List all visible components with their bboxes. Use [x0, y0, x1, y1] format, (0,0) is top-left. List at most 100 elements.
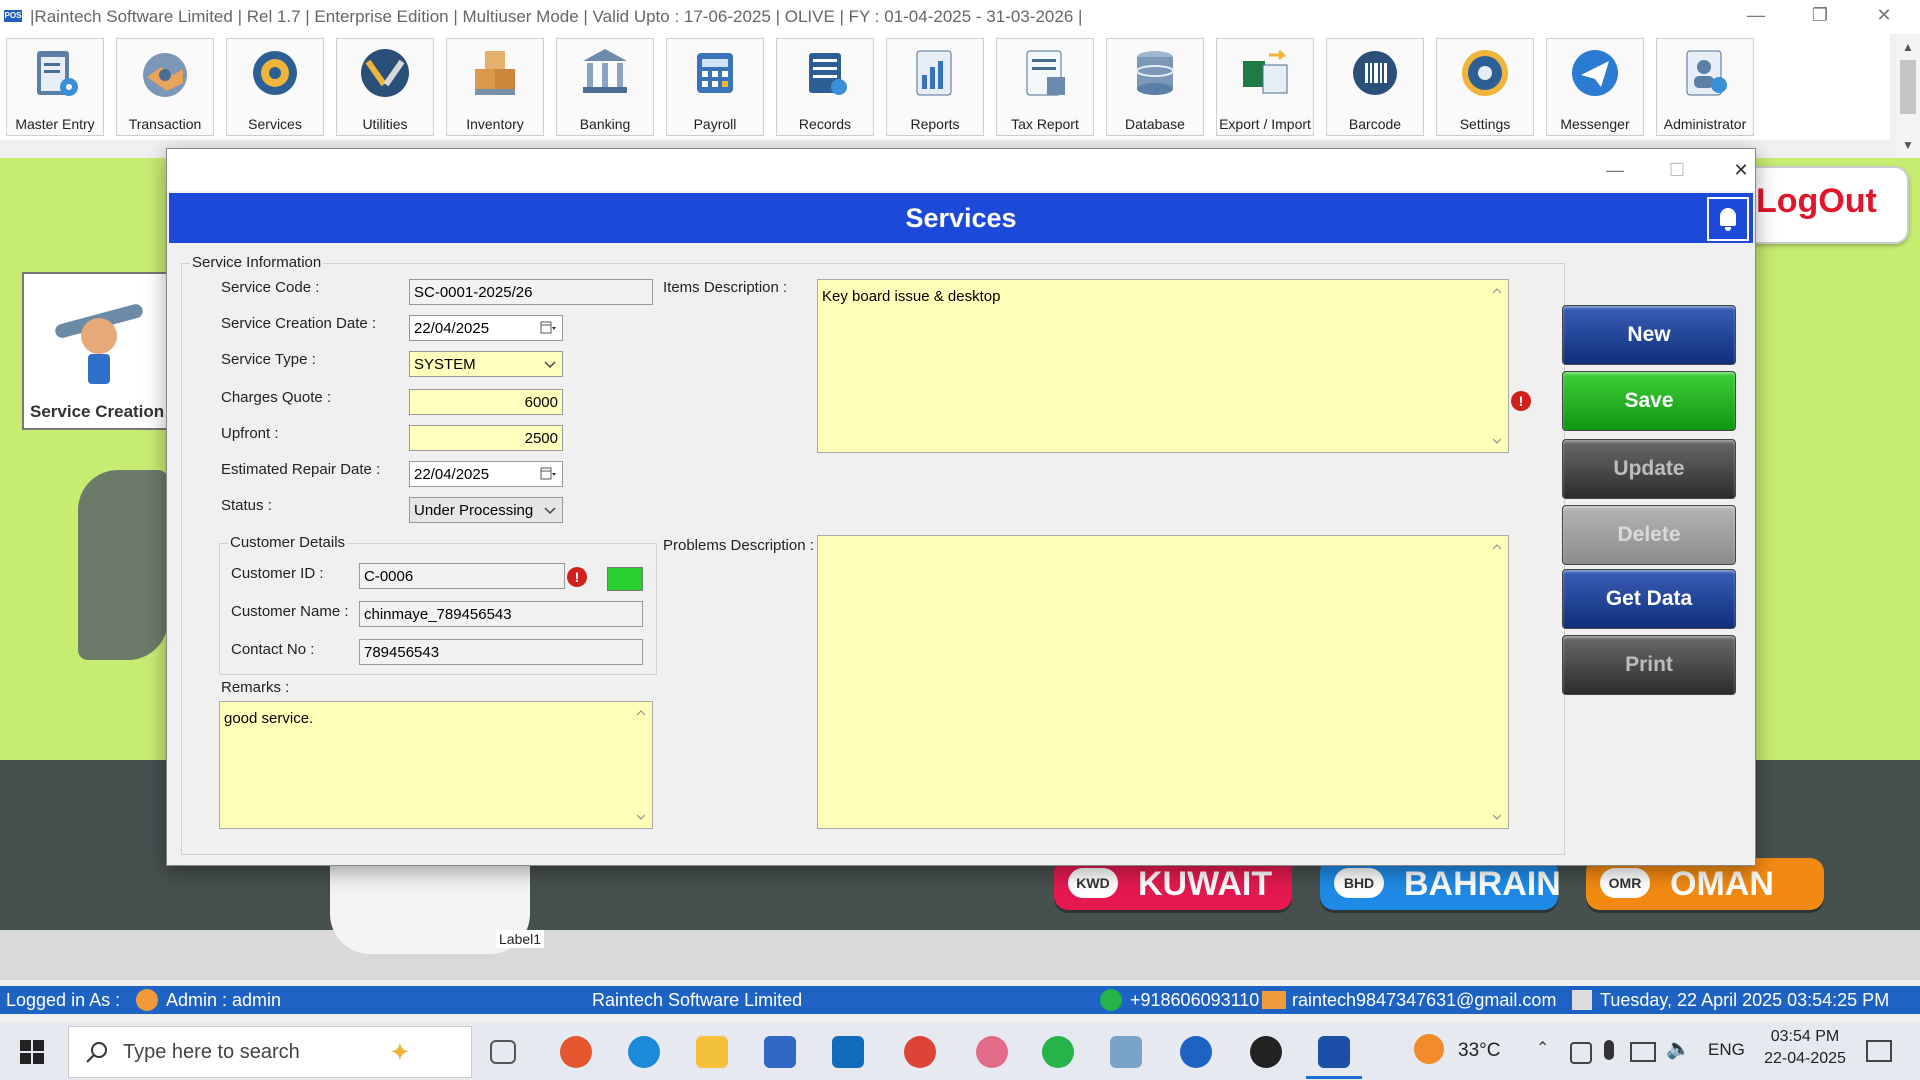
microphone-icon[interactable] — [1604, 1040, 1614, 1060]
upfront-field[interactable]: 2500 — [409, 425, 563, 451]
toolbar-database[interactable]: Database — [1106, 38, 1204, 136]
toolbar-settings[interactable]: Settings — [1436, 38, 1534, 136]
toolbar-label: Records — [798, 116, 852, 132]
print-button[interactable]: Print — [1562, 635, 1736, 695]
logout-button[interactable]: LogOut — [1740, 166, 1909, 244]
new-button[interactable]: New — [1562, 305, 1736, 365]
minimize-icon[interactable]: — — [1736, 0, 1776, 30]
scroll-up-icon[interactable] — [1492, 542, 1502, 552]
dialog-close-icon[interactable]: ✕ — [1721, 155, 1761, 185]
customer-name-field[interactable]: chinmaye_789456543 — [359, 601, 643, 627]
remarks-textarea[interactable]: good service. — [219, 701, 653, 829]
toolbar-label: Banking — [579, 116, 631, 132]
app-title: |Raintech Software Limited | Rel 1.7 | E… — [30, 7, 1083, 26]
items-description-scrollbar[interactable] — [1488, 280, 1508, 452]
toolbar-barcode[interactable]: Barcode — [1326, 38, 1424, 136]
remarks-scrollbar[interactable] — [632, 702, 652, 828]
toolbar-records[interactable]: Records — [776, 38, 874, 136]
scroll-thumb[interactable] — [1900, 60, 1916, 114]
problems-description-textarea[interactable] — [817, 535, 1509, 829]
raintech-app-icon[interactable] — [1318, 1036, 1350, 1068]
messenger-taskbar-icon[interactable] — [1180, 1036, 1212, 1068]
barcode-scanner-icon — [1353, 51, 1397, 95]
service-creation-label: Service Creation — [30, 402, 165, 421]
customer-id-error-icon: ! — [567, 567, 587, 587]
contact-no-field[interactable]: 789456543 — [359, 639, 643, 665]
items-description-textarea[interactable]: Key board issue & desktop — [817, 279, 1509, 453]
toolbar-payroll[interactable]: Payroll — [666, 38, 764, 136]
upfront-label: Upfront : — [221, 425, 279, 442]
update-button[interactable]: Update — [1562, 439, 1736, 499]
services-dialog: — ☐ ✕ Services Service Information Servi… — [166, 148, 1756, 866]
service-creation-tile[interactable]: Service Creation — [22, 272, 176, 430]
store-icon[interactable] — [764, 1036, 796, 1068]
scroll-down-icon[interactable] — [636, 812, 646, 822]
chevron-up-icon[interactable]: ⌃ — [1536, 1038, 1549, 1058]
scroll-down-icon[interactable]: ▼ — [1902, 138, 1914, 152]
close-icon[interactable]: ✕ — [1864, 0, 1904, 30]
scroll-up-icon[interactable]: ▲ — [1902, 40, 1914, 54]
toolbar-banking[interactable]: Banking — [556, 38, 654, 136]
toolbar-tax-report[interactable]: Tax Report — [996, 38, 1094, 136]
chevron-down-icon — [544, 507, 556, 515]
service-type-label: Service Type : — [221, 351, 316, 368]
bell-icon[interactable] — [1707, 197, 1749, 241]
toolbar-administrator[interactable]: Administrator — [1656, 38, 1754, 136]
edge-icon[interactable] — [628, 1036, 660, 1068]
notifications-icon[interactable] — [1866, 1040, 1892, 1062]
toolbar-services[interactable]: Services — [226, 38, 324, 136]
save-button[interactable]: Save — [1562, 371, 1736, 431]
toolbar-master-entry[interactable]: Master Entry — [6, 38, 104, 136]
copilot-icon[interactable] — [560, 1036, 592, 1068]
dialog-minimize-icon[interactable]: — — [1595, 155, 1635, 185]
weather-icon[interactable] — [1414, 1034, 1444, 1064]
outlook-icon[interactable] — [832, 1036, 864, 1068]
windows-start-icon[interactable] — [20, 1040, 44, 1064]
email-icon — [1262, 991, 1286, 1009]
status-label: Status : — [221, 497, 272, 514]
scroll-up-icon[interactable] — [636, 708, 646, 718]
language-indicator[interactable]: ENG — [1708, 1040, 1745, 1060]
toolbar-utilities[interactable]: Utilities — [336, 38, 434, 136]
creation-date-picker[interactable]: 22/04/2025 — [409, 315, 563, 341]
restore-icon[interactable]: ❐ — [1800, 0, 1840, 30]
device-icon[interactable] — [1570, 1042, 1592, 1064]
media-app-icon[interactable] — [1250, 1036, 1282, 1068]
get-data-button[interactable]: Get Data — [1562, 569, 1736, 629]
network-icon[interactable] — [1630, 1042, 1656, 1062]
toolbar-inventory[interactable]: Inventory — [446, 38, 544, 136]
export-import-icon — [1243, 49, 1288, 94]
app-icon[interactable] — [1110, 1036, 1142, 1068]
toolbar-export-import[interactable]: Export / Import — [1216, 38, 1314, 136]
toolbar-messenger[interactable]: Messenger — [1546, 38, 1644, 136]
database-icon — [1136, 51, 1174, 95]
chrome-icon[interactable] — [904, 1036, 936, 1068]
delete-button[interactable]: Delete — [1562, 505, 1736, 565]
scroll-down-icon[interactable] — [1492, 812, 1502, 822]
status-select[interactable]: Under Processing — [409, 497, 563, 523]
taskbar-clock[interactable]: 03:54 PM 22-04-2025 — [1760, 1028, 1850, 1068]
customer-id-field[interactable]: C-0006 — [359, 563, 565, 589]
calendar-dropdown-icon[interactable] — [540, 320, 556, 336]
repair-date-picker[interactable]: 22/04/2025 — [409, 461, 563, 487]
calendar-dropdown-icon[interactable] — [540, 466, 556, 482]
snipping-tool-icon[interactable] — [976, 1036, 1008, 1068]
scroll-up-icon[interactable] — [1492, 286, 1502, 296]
file-explorer-icon[interactable] — [696, 1036, 728, 1068]
whatsapp-taskbar-icon[interactable] — [1042, 1036, 1074, 1068]
taskbar-search-box[interactable]: Type here to search ✦ — [68, 1026, 472, 1078]
volume-icon[interactable]: 🔈 — [1666, 1036, 1691, 1061]
task-view-icon[interactable] — [490, 1040, 516, 1064]
service-type-select[interactable]: SYSTEM — [409, 351, 563, 377]
service-code-field[interactable]: SC-0001-2025/26 — [409, 279, 653, 305]
toolbar-transaction[interactable]: Transaction — [116, 38, 214, 136]
toolbar-label: Export / Import — [1219, 116, 1311, 132]
service-gear-icon — [253, 51, 297, 95]
scroll-down-icon[interactable] — [1492, 436, 1502, 446]
toolbar-scrollbar[interactable]: ▲ ▼ — [1896, 34, 1920, 158]
charges-quote-field[interactable]: 6000 — [409, 389, 563, 415]
tools-icon — [361, 49, 409, 97]
toolbar-reports[interactable]: Reports — [886, 38, 984, 136]
problems-description-scrollbar[interactable] — [1488, 536, 1508, 828]
currency-code: OMR — [1600, 868, 1650, 898]
